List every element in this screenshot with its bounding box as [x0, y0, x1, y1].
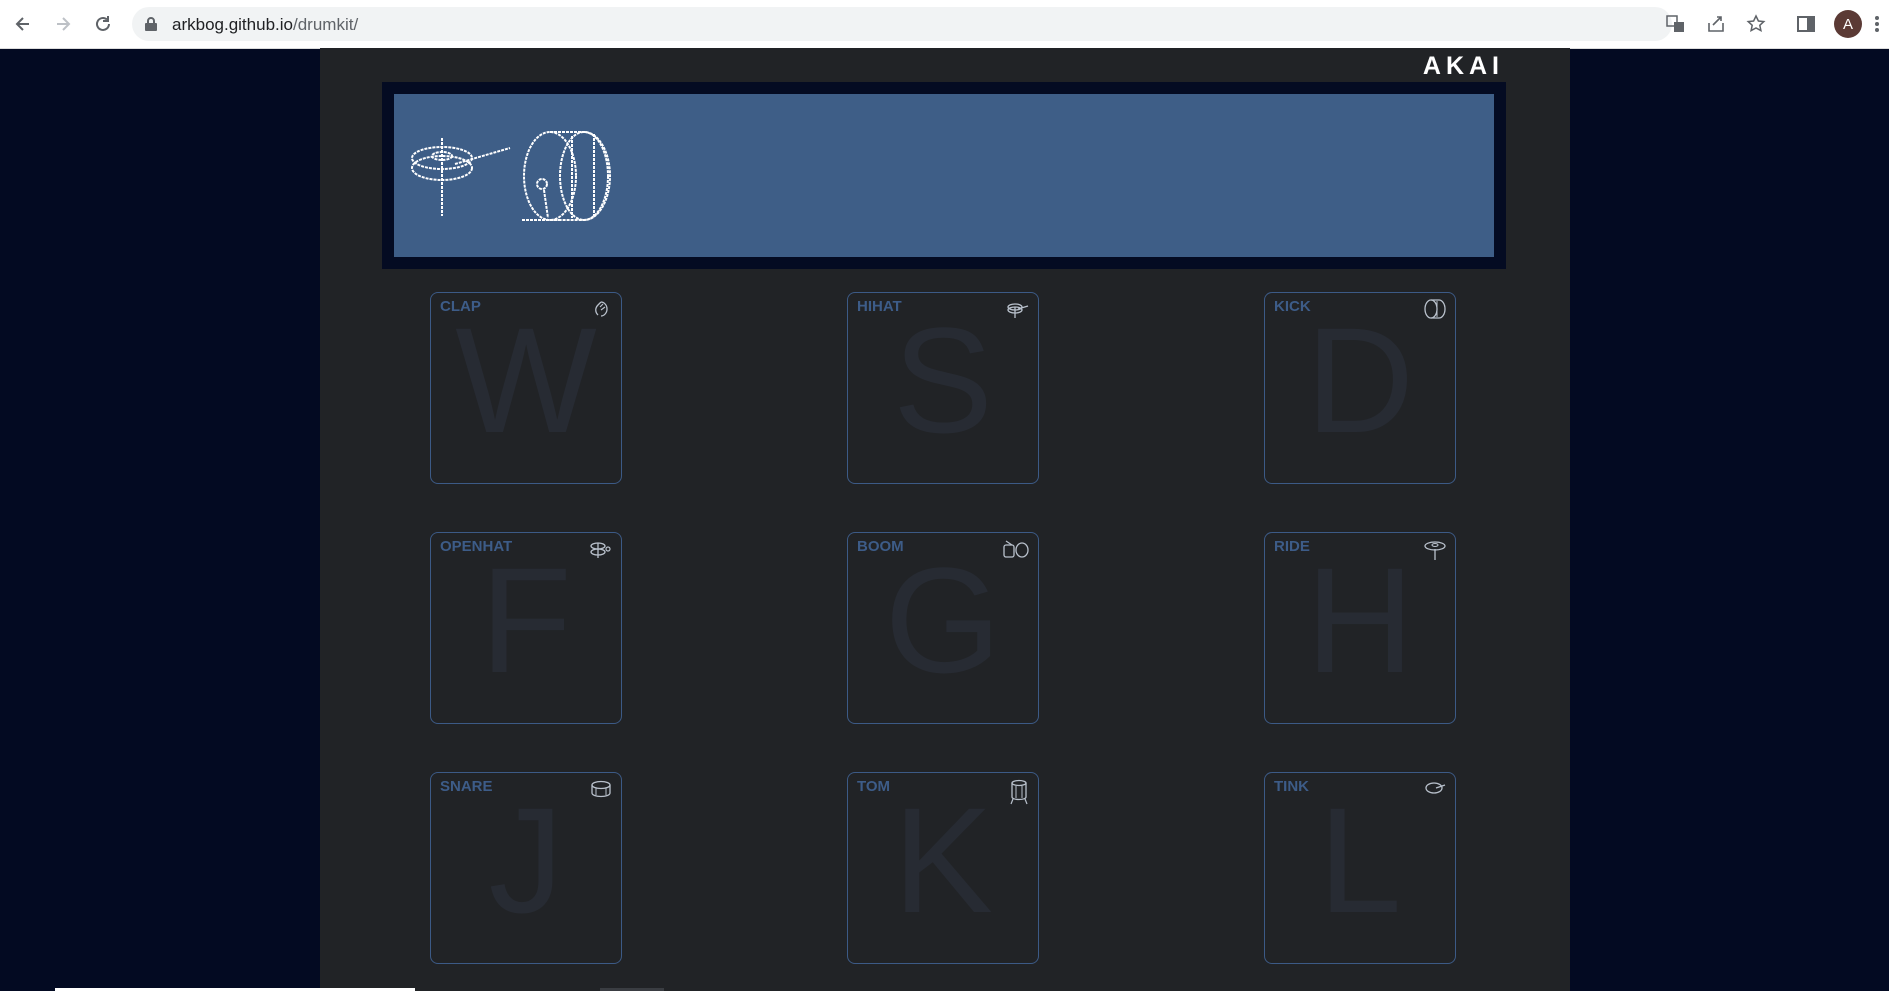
menu-dots-icon — [1875, 16, 1879, 32]
pad-tink[interactable]: TINK L — [1264, 772, 1456, 964]
pad-key: H — [1305, 536, 1415, 704]
pad-clap[interactable]: CLAP W — [430, 292, 622, 484]
pad-key: D — [1305, 296, 1415, 464]
pad-hihat[interactable]: HIHAT S — [847, 292, 1039, 484]
pad-key: G — [884, 536, 1002, 704]
url-host: arkbog.github.io — [172, 15, 293, 34]
back-button[interactable] — [8, 9, 38, 39]
pad-boom[interactable]: BOOM G — [847, 532, 1039, 724]
browser-toolbar: arkbog.github.io/drumkit/ A — [0, 0, 1889, 49]
share-icon — [1708, 16, 1724, 32]
share-button[interactable] — [1703, 11, 1729, 37]
pad-tom[interactable]: TOM K — [847, 772, 1039, 964]
lock-icon — [145, 17, 157, 31]
pad-ride[interactable]: RIDE H — [1264, 532, 1456, 724]
pad-key: W — [455, 296, 597, 464]
hihat-drawing-icon — [411, 138, 511, 216]
pad-key: F — [480, 536, 572, 704]
url-text: arkbog.github.io/drumkit/ — [172, 15, 358, 35]
pad-snare[interactable]: SNARE J — [430, 772, 622, 964]
pad-key: S — [892, 296, 994, 464]
address-bar[interactable]: arkbog.github.io/drumkit/ — [132, 7, 1672, 41]
brand-logo: AKAI — [1422, 52, 1504, 80]
display-frame — [382, 82, 1506, 269]
pad-kick[interactable]: KICK D — [1264, 292, 1456, 484]
browser-menu-button[interactable] — [1870, 11, 1884, 37]
drum-machine: AKAI CLAP W HIHAT S KICK D OPENHAT F BOO… — [320, 48, 1570, 991]
back-arrow-icon — [15, 17, 29, 31]
side-panel-button[interactable] — [1793, 11, 1819, 37]
translate-button[interactable] — [1663, 11, 1689, 37]
forward-button[interactable] — [48, 9, 78, 39]
pad-key: K — [892, 776, 994, 944]
kick-drum-drawing-icon — [522, 131, 611, 221]
sidepanel-icon — [1797, 16, 1815, 32]
display-screen — [394, 94, 1494, 257]
pad-key: J — [488, 776, 564, 944]
forward-arrow-icon — [57, 17, 71, 31]
star-icon — [1746, 14, 1766, 33]
profile-avatar[interactable]: A — [1834, 10, 1862, 38]
translate-icon — [1666, 15, 1684, 32]
pad-openhat[interactable]: OPENHAT F — [430, 532, 622, 724]
pad-key: L — [1318, 776, 1402, 944]
reload-button[interactable] — [88, 9, 118, 39]
url-path: /drumkit/ — [292, 15, 359, 34]
bookmark-button[interactable] — [1743, 11, 1769, 37]
reload-icon — [96, 16, 110, 31]
